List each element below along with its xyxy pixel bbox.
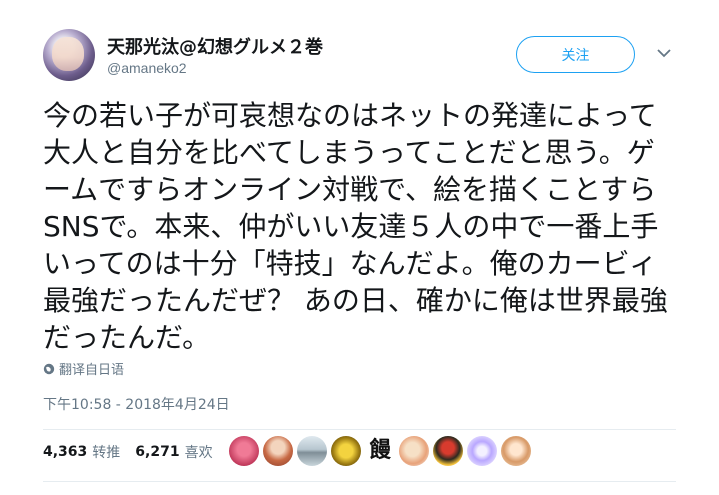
liker-avatar-glyph: 饅 (368, 438, 391, 463)
liker-avatar[interactable] (467, 436, 497, 466)
retweet-count[interactable]: 4,363 (43, 444, 87, 460)
like-label[interactable]: 喜欢 (185, 442, 213, 462)
tweet-timestamp[interactable]: 下午10:58 - 2018年4月24日 (43, 394, 230, 414)
author-handle[interactable]: @amaneko2 (107, 60, 187, 76)
author-name[interactable]: 天那光汰@幻想グルメ２巻 (107, 33, 323, 59)
liker-avatar[interactable] (229, 436, 259, 466)
liker-avatar[interactable] (331, 436, 361, 466)
liker-avatar[interactable] (399, 436, 429, 466)
translate-link[interactable]: 翻译自日语 (43, 359, 124, 378)
follow-button[interactable]: 关注 (516, 36, 635, 73)
tweet-card: 天那光汰@幻想グルメ２巻 @amaneko2 关注 今の若い子が可哀想なのはネッ… (0, 0, 719, 495)
retweet-label[interactable]: 转推 (92, 442, 120, 462)
liker-avatar[interactable] (433, 436, 463, 466)
liker-avatar[interactable] (297, 436, 327, 466)
chevron-down-icon[interactable] (655, 44, 673, 62)
avatar[interactable] (43, 29, 95, 81)
divider (43, 429, 676, 430)
liker-avatar[interactable] (263, 436, 293, 466)
globe-icon (43, 363, 55, 374)
likers-avatar-list: 饅 (229, 436, 531, 466)
like-count[interactable]: 6,271 (135, 444, 179, 460)
translate-label[interactable]: 翻译自日语 (59, 359, 124, 378)
chevron-down-icon-svg (657, 48, 671, 57)
liker-avatar[interactable] (501, 436, 531, 466)
tweet-stats: 4,363 转推 6,271 喜欢 (43, 442, 223, 462)
tweet-text: 今の若い子が可哀想なのはネットの発達によって大人と自分を比べてしまうってことだと… (43, 99, 668, 354)
divider (43, 481, 676, 482)
liker-avatar[interactable]: 饅 (365, 436, 395, 466)
